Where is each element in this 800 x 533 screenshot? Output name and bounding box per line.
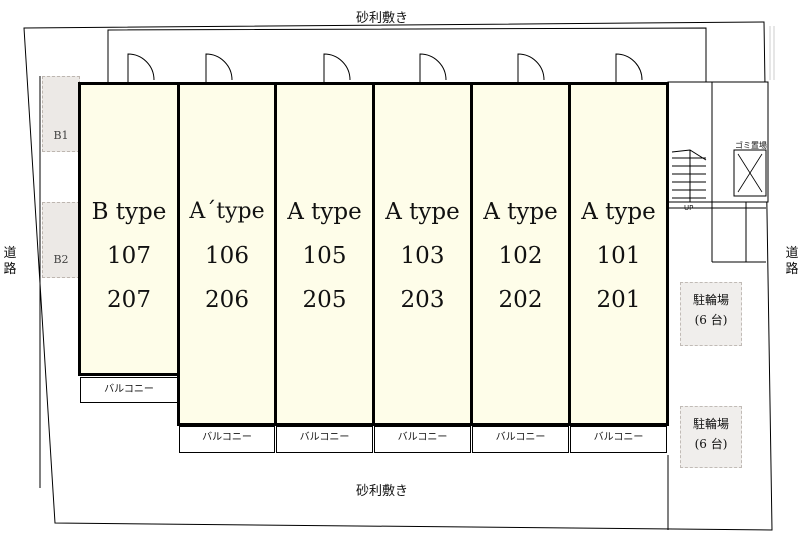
balcony-107: バルコニー	[80, 377, 178, 403]
room-number-1f: 107	[107, 243, 151, 269]
parking-label: B2	[53, 253, 69, 266]
room-number-2f: 203	[400, 287, 445, 313]
room-number-1f: 103	[400, 243, 445, 269]
unit-type: A type	[385, 199, 460, 225]
unit-type: A type	[483, 199, 558, 225]
room-number-2f: 207	[107, 287, 151, 313]
bike-parking-name: 駐輪場	[692, 293, 729, 307]
bike-parking-2: 駐輪場 (6 台)	[680, 406, 742, 468]
balcony-101: バルコニー	[570, 426, 667, 453]
gravel-label-top: 砂利敷き	[356, 11, 409, 26]
room-number-2f: 205	[302, 287, 347, 313]
room-number-2f: 201	[596, 287, 641, 313]
bike-parking-capacity: (6 台)	[694, 313, 728, 327]
bike-parking-name: 駐輪場	[692, 417, 729, 431]
unit-type: A type	[581, 199, 656, 225]
room-number-1f: 106	[205, 243, 249, 269]
unit-103: A type 103 203	[372, 82, 473, 426]
room-number-2f: 206	[205, 287, 249, 313]
balcony-105: バルコニー	[276, 426, 373, 453]
unit-101: A type 101 201	[568, 82, 669, 426]
unit-106: A´type 106 206	[177, 82, 277, 426]
unit-107: B type 107 207	[78, 82, 180, 376]
bike-parking-1: 駐輪場 (6 台)	[680, 282, 742, 346]
bike-parking-capacity: (6 台)	[694, 437, 728, 451]
unit-type: A´type	[189, 199, 265, 224]
unit-105: A type 105 205	[274, 82, 375, 426]
gravel-label-bottom: 砂利敷き	[356, 484, 409, 499]
garbage-area-label: ゴミ置場	[735, 141, 767, 150]
room-number-1f: 105	[302, 243, 347, 269]
unit-102: A type 102 202	[470, 82, 571, 426]
balcony-102: バルコニー	[472, 426, 569, 453]
stairs-up-label: UP	[684, 204, 694, 212]
door-swings	[127, 53, 643, 84]
unit-type: B type	[91, 199, 167, 225]
parking-label: B1	[53, 129, 69, 142]
balcony-106: バルコニー	[179, 426, 275, 453]
room-number-1f: 101	[596, 243, 641, 269]
balcony-103: バルコニー	[374, 426, 471, 453]
room-number-2f: 202	[498, 287, 543, 313]
parking-space-b2: B2	[42, 202, 80, 278]
road-label-right: 道路	[785, 246, 799, 277]
parking-space-b1: B1	[42, 76, 80, 152]
unit-type: A type	[287, 199, 362, 225]
room-number-1f: 102	[498, 243, 543, 269]
road-label-left: 道路	[3, 246, 17, 277]
